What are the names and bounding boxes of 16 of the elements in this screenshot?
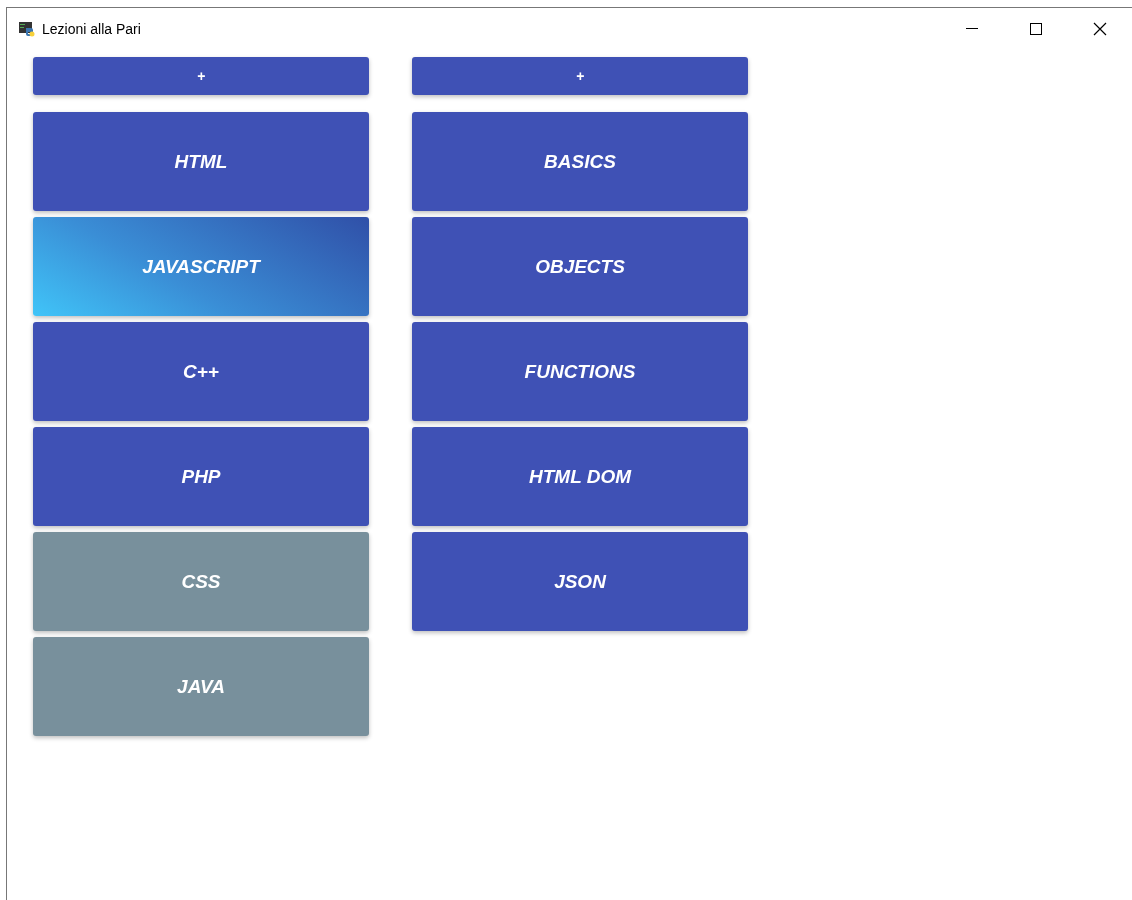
lesson-button[interactable]: JAVASCRIPT <box>33 217 369 316</box>
lesson-button[interactable]: BASICS <box>412 112 748 211</box>
close-icon <box>1093 21 1107 36</box>
lesson-button[interactable]: HTML DOM <box>412 427 748 526</box>
lesson-button[interactable]: C++ <box>33 322 369 421</box>
minimize-icon <box>966 28 978 29</box>
lesson-button[interactable]: HTML <box>33 112 369 211</box>
app-icon <box>19 20 35 37</box>
add-button[interactable]: + <box>412 57 748 95</box>
maximize-icon <box>1029 21 1043 36</box>
window-title: Lezioni alla Pari <box>42 20 141 37</box>
add-button[interactable]: + <box>33 57 369 95</box>
lesson-button[interactable]: JSON <box>412 532 748 631</box>
lesson-button[interactable]: OBJECTS <box>412 217 748 316</box>
lesson-button[interactable]: PHP <box>33 427 369 526</box>
lesson-button[interactable]: FUNCTIONS <box>412 322 748 421</box>
